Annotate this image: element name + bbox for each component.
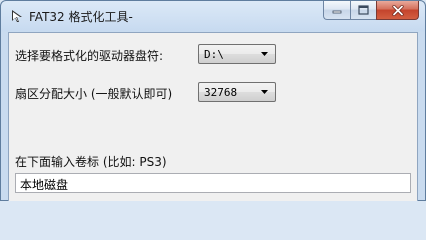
- chevron-down-icon: [261, 90, 268, 94]
- volume-label-input-value: 本地磁盘: [20, 178, 69, 192]
- app-window: FAT32 格式化工具- 选择要格式化的驱动器盘符: D:\ 扇区分配大小 (一…: [0, 0, 426, 201]
- client-area: 选择要格式化的驱动器盘符: D:\ 扇区分配大小 (一般默认即可) 32768 …: [8, 32, 418, 201]
- volume-label-input[interactable]: 本地磁盘: [15, 173, 411, 193]
- chevron-down-icon: [261, 52, 268, 56]
- caption-buttons: [323, 1, 419, 21]
- drive-select[interactable]: D:\: [198, 44, 276, 64]
- maximize-icon: [358, 5, 369, 15]
- drive-label: 选择要格式化的驱动器盘符:: [15, 49, 164, 63]
- window-title: FAT32 格式化工具-: [29, 10, 133, 24]
- close-icon: [391, 4, 404, 16]
- close-button[interactable]: [376, 1, 419, 20]
- minimize-button[interactable]: [323, 1, 350, 20]
- minimize-icon: [332, 10, 342, 14]
- cluster-size-select[interactable]: 32768: [198, 82, 276, 102]
- cluster-size-label: 扇区分配大小 (一般默认即可): [15, 87, 173, 101]
- drive-select-value: D:\: [204, 48, 224, 61]
- app-window-icon: [12, 10, 22, 22]
- cluster-size-select-value: 32768: [204, 86, 238, 99]
- maximize-button[interactable]: [350, 1, 376, 20]
- volume-label-caption: 在下面输入卷标 (比如: PS3): [15, 155, 167, 169]
- title-bar[interactable]: FAT32 格式化工具-: [1, 1, 425, 31]
